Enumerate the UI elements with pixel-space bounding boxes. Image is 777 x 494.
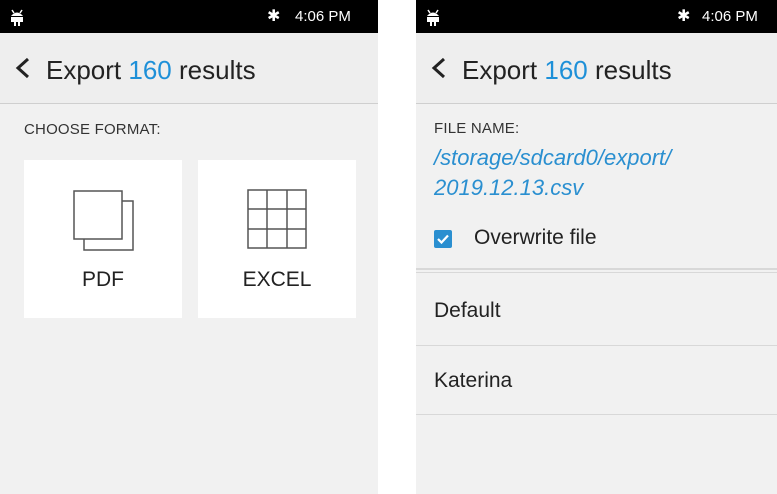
results-count: 160 [128,55,172,85]
list-item-label: Default [434,299,501,322]
checkmark-icon [437,234,449,245]
bluetooth-icon: ✱ [677,6,691,25]
divider [416,268,777,270]
title-prefix: Export [462,55,538,85]
status-time: 4:06 PM [295,8,351,25]
list-item-default[interactable]: Default [416,277,777,347]
overwrite-label: Overwrite file [474,226,597,249]
status-bar: ✱ 4:06 PM [0,0,378,33]
chevron-left-icon[interactable] [14,57,34,79]
title-suffix: results [595,55,672,85]
chevron-left-icon[interactable] [430,57,450,79]
file-name-label: FILE NAME: [434,120,520,137]
title-suffix: results [179,55,256,85]
grid-icon [247,189,307,249]
file-path-line-1: /storage/sdcard0/export/ [434,145,672,170]
pdf-label: PDF [82,268,124,291]
status-bar: ✱ 4:06 PM [416,0,777,33]
overwrite-checkbox[interactable] [434,230,452,248]
screen-file-name: ✱ 4:06 PM Export 160 results FILE NAME: … [416,0,777,494]
divider [416,414,777,415]
page-title: Export 160 results [462,55,672,86]
choose-format-label: CHOOSE FORMAT: [24,121,161,138]
android-icon [427,9,439,26]
android-icon [11,9,23,26]
excel-label: EXCEL [242,268,312,291]
pages-icon [73,190,134,251]
file-path[interactable]: /storage/sdcard0/export/ 2019.12.13.csv [434,143,764,203]
excel-format-button[interactable]: EXCEL [198,160,356,318]
file-path-line-2: 2019.12.13.csv [434,175,584,200]
pdf-format-button[interactable]: PDF [24,160,182,318]
screen-choose-format: ✱ 4:06 PM Export 160 results CHOOSE FORM… [0,0,378,494]
app-header: Export 160 results [416,33,777,104]
status-time: 4:06 PM [702,8,758,25]
bluetooth-icon: ✱ [267,6,281,25]
list-item-label: Katerina [434,369,513,392]
page-title: Export 160 results [46,55,256,86]
list-item-katerina[interactable]: Katerina [416,347,777,417]
app-header: Export 160 results [0,33,378,104]
divider [416,272,777,273]
divider [416,345,777,346]
title-prefix: Export [46,55,122,85]
results-count: 160 [544,55,588,85]
